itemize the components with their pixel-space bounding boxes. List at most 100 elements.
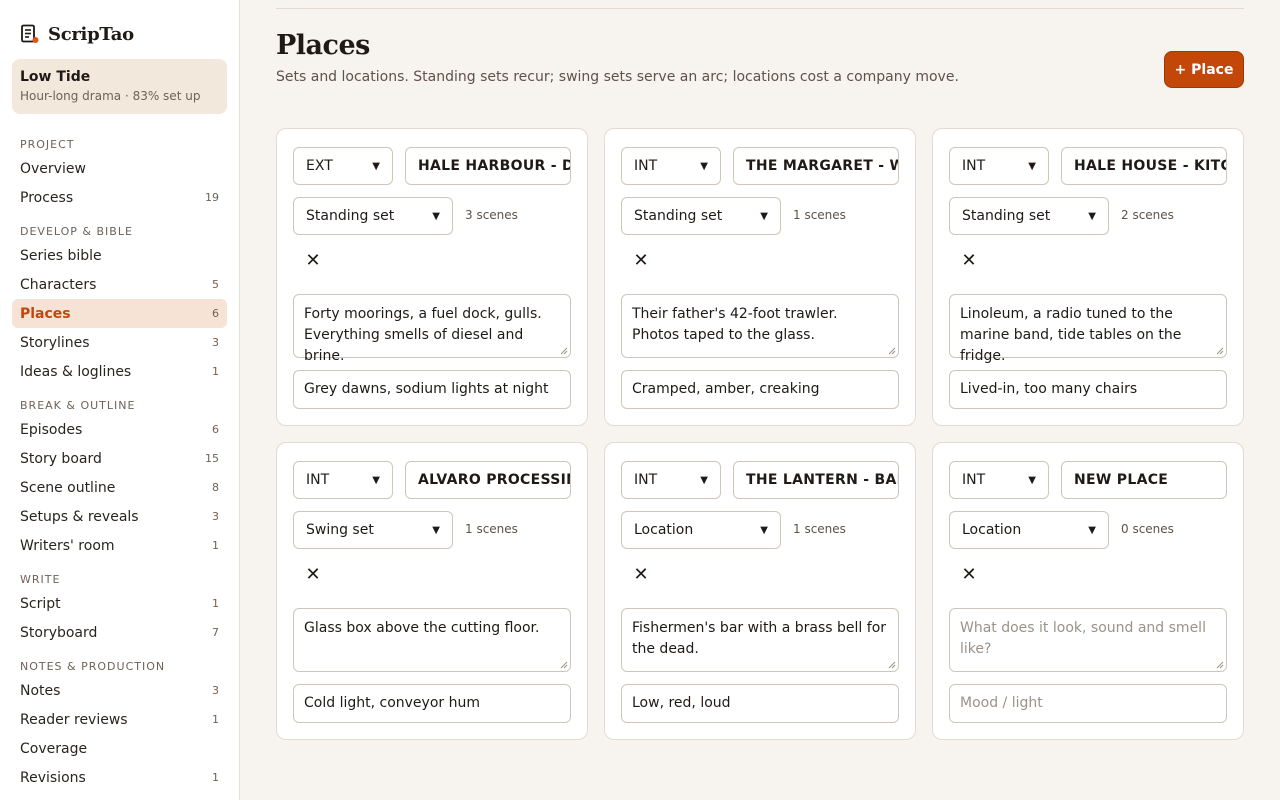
mood-input[interactable]: Low, red, loud (621, 684, 899, 723)
sidebar-item-places[interactable]: Places 6 (12, 299, 227, 328)
set-type-select[interactable]: Swing set ▼ (293, 511, 453, 549)
sidebar-item-count: 1 (212, 771, 219, 784)
sidebar-item-storyboard[interactable]: Storyboard 7 (12, 618, 227, 647)
resize-handle-icon[interactable] (888, 661, 896, 669)
description-textarea[interactable]: Their father's 42-foot trawler. Photos t… (621, 294, 899, 358)
chevron-down-icon: ▼ (1088, 524, 1096, 536)
sidebar-item-count: 3 (212, 336, 219, 349)
mood-input[interactable]: Mood / light (949, 684, 1227, 723)
set-type-select[interactable]: Standing set ▼ (621, 197, 781, 235)
place-name-input[interactable]: HALE HARBOUR - DO (405, 147, 571, 185)
script-logo-icon (20, 24, 40, 44)
sidebar-item-coverage[interactable]: Coverage (12, 734, 227, 763)
set-type-select[interactable]: Standing set ▼ (293, 197, 453, 235)
description-textarea[interactable]: Linoleum, a radio tuned to the marine ba… (949, 294, 1227, 364)
sidebar-item-process[interactable]: Process 19 (12, 183, 227, 212)
app-name: ScripTao (48, 23, 134, 45)
sidebar-item-count: 5 (212, 278, 219, 291)
place-name-input[interactable]: NEW PLACE (1061, 461, 1227, 499)
sidebar-item-overview[interactable]: Overview (12, 154, 227, 183)
chevron-down-icon: ▼ (700, 160, 708, 172)
description-text: Their father's 42-foot trawler. Photos t… (632, 306, 838, 343)
set-type-select[interactable]: Location ▼ (949, 511, 1109, 549)
sidebar-item-storylines[interactable]: Storylines 3 (12, 328, 227, 357)
place-name-input[interactable]: THE LANTERN - BAR (733, 461, 899, 499)
brand[interactable]: ScripTao (12, 17, 227, 51)
mood-input[interactable]: Grey dawns, sodium lights at night (293, 370, 571, 409)
scene-count: 1 scenes (793, 522, 846, 536)
sidebar-item-ideas-and-loglines[interactable]: Ideas & loglines 1 (12, 357, 227, 386)
chevron-down-icon: ▼ (1088, 210, 1096, 222)
int-ext-select[interactable]: INT ▼ (949, 461, 1049, 499)
sidebar-item-label: Ideas & loglines (20, 363, 132, 380)
description-textarea[interactable]: Fishermen's bar with a brass bell for th… (621, 608, 899, 672)
set-type-value: Swing set (306, 522, 374, 538)
sidebar-item-count: 1 (212, 713, 219, 726)
sidebar-item-revisions[interactable]: Revisions 1 (12, 763, 227, 792)
place-name-input[interactable]: ALVARO PROCESSING (405, 461, 571, 499)
close-icon: ✕ (633, 250, 649, 271)
mood-input[interactable]: Cramped, amber, creaking (621, 370, 899, 409)
delete-place-button[interactable]: ✕ (633, 564, 649, 585)
place-card: INT ▼ THE LANTERN - BAR Location ▼ 1 scene… (604, 442, 916, 740)
mood-input[interactable]: Lived-in, too many chairs (949, 370, 1227, 409)
delete-place-button[interactable]: ✕ (305, 250, 321, 271)
sidebar-item-count: 7 (212, 626, 219, 639)
int-ext-value: INT (634, 158, 658, 174)
resize-handle-icon[interactable] (1216, 347, 1224, 355)
sidebar-item-label: Process (20, 189, 74, 206)
nav-section-label: BREAK & OUTLINE (20, 399, 136, 412)
resize-handle-icon[interactable] (560, 661, 568, 669)
project-switcher[interactable]: Low Tide Hour-long drama · 83% set up (12, 59, 227, 114)
description-textarea[interactable]: Glass box above the cutting floor. (293, 608, 571, 672)
mood-input[interactable]: Cold light, conveyor hum (293, 684, 571, 723)
sidebar-item-episodes[interactable]: Episodes 6 (12, 415, 227, 444)
sidebar-item-reader-reviews[interactable]: Reader reviews 1 (12, 705, 227, 734)
description-text: Forty moorings, a fuel dock, gulls. Ever… (304, 306, 542, 364)
sidebar-item-label: Revisions (20, 769, 86, 786)
sidebar: ScripTao Low Tide Hour-long drama · 83% … (0, 0, 240, 800)
delete-place-button[interactable]: ✕ (305, 566, 321, 584)
resize-handle-icon[interactable] (1216, 661, 1224, 669)
place-name-input[interactable]: THE MARGARET - WH (733, 147, 899, 185)
set-type-value: Standing set (306, 208, 395, 224)
chevron-down-icon: ▼ (760, 210, 768, 222)
page-title: Places (276, 30, 370, 61)
sidebar-item-setups-and-reveals[interactable]: Setups & reveals 3 (12, 502, 227, 531)
chevron-down-icon: ▼ (1028, 160, 1036, 172)
delete-place-button[interactable]: ✕ (961, 566, 977, 584)
sidebar-item-scene-outline[interactable]: Scene outline 8 (12, 473, 227, 502)
int-ext-select[interactable]: EXT ▼ (293, 147, 393, 185)
sidebar-item-story-board[interactable]: Story board 15 (12, 444, 227, 473)
nav-section-label: WRITE (20, 573, 61, 586)
delete-place-button[interactable]: ✕ (961, 252, 977, 270)
description-textarea[interactable]: What does it look, sound and smell like? (949, 608, 1227, 672)
nav-section-label: DEVELOP & BIBLE (20, 225, 133, 238)
sidebar-item-label: Notes (20, 682, 61, 699)
resize-handle-icon[interactable] (888, 347, 896, 355)
set-type-select[interactable]: Standing set ▼ (949, 197, 1109, 235)
sidebar-item-notes[interactable]: Notes 3 (12, 676, 227, 705)
delete-place-button[interactable]: ✕ (633, 250, 649, 271)
description-text: Linoleum, a radio tuned to the marine ba… (960, 306, 1182, 364)
close-icon: ✕ (305, 250, 321, 271)
sidebar-item-count: 3 (212, 510, 219, 523)
place-name-input[interactable]: HALE HOUSE - KITCH (1061, 147, 1227, 185)
add-place-button[interactable]: + Place (1164, 51, 1244, 88)
scene-count: 1 scenes (793, 208, 846, 222)
int-ext-select[interactable]: INT ▼ (293, 461, 393, 499)
close-icon: ✕ (633, 564, 649, 585)
scene-count: 3 scenes (465, 208, 518, 222)
int-ext-select[interactable]: INT ▼ (621, 147, 721, 185)
int-ext-select[interactable]: INT ▼ (949, 147, 1049, 185)
sidebar-item-script[interactable]: Script 1 (12, 589, 227, 618)
project-subtitle: Hour-long drama · 83% set up (20, 89, 201, 103)
sidebar-item-series-bible[interactable]: Series bible (12, 241, 227, 270)
places-grid: EXT ▼ HALE HARBOUR - DO Standing set ▼ 3 s… (276, 128, 1244, 740)
sidebar-item-writers-room[interactable]: Writers' room 1 (12, 531, 227, 560)
set-type-select[interactable]: Location ▼ (621, 511, 781, 549)
description-textarea[interactable]: Forty moorings, a fuel dock, gulls. Ever… (293, 294, 571, 364)
sidebar-item-characters[interactable]: Characters 5 (12, 270, 227, 299)
int-ext-select[interactable]: INT ▼ (621, 461, 721, 499)
resize-handle-icon[interactable] (560, 347, 568, 355)
